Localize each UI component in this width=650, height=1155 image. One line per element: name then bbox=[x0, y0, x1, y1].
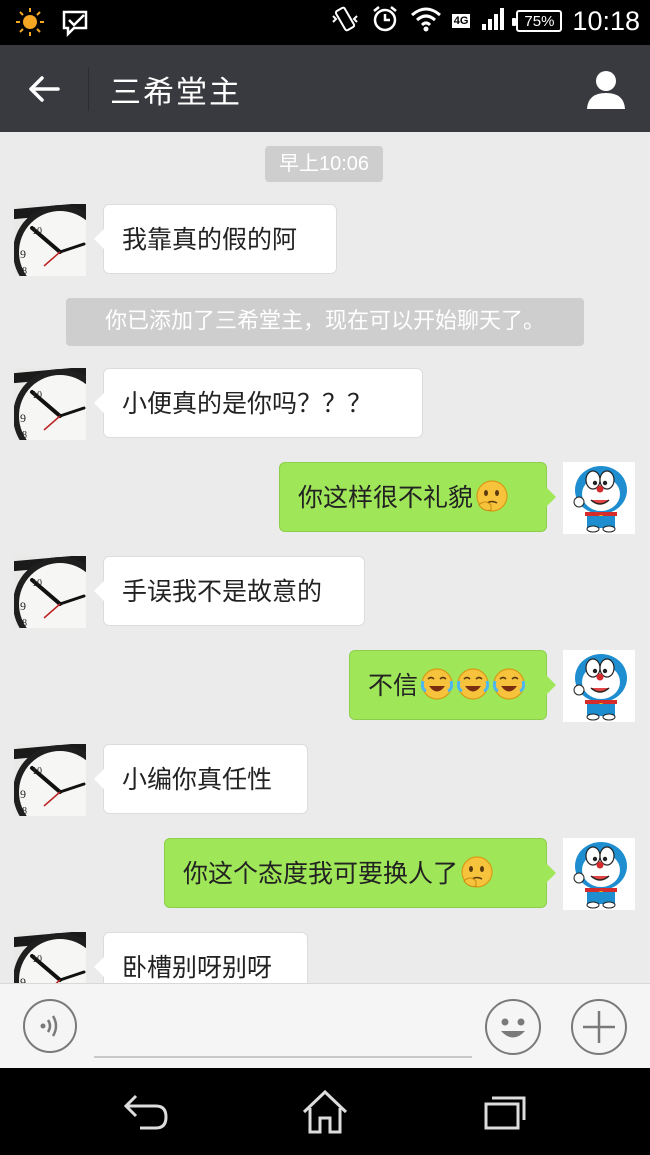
contact-avatar[interactable] bbox=[14, 932, 86, 983]
message-text: 你这个态度我可要换人了 bbox=[183, 859, 459, 888]
plus-icon bbox=[571, 999, 627, 1055]
thinking-emoji-icon bbox=[460, 855, 494, 889]
message-bubble-incoming[interactable]: 小编你真任性 bbox=[94, 744, 308, 814]
network-4g-icon: 4G bbox=[451, 14, 471, 28]
contact-avatar[interactable] bbox=[14, 204, 86, 276]
title-bar: 三希堂主 bbox=[0, 45, 650, 132]
message-bubble-incoming[interactable]: 我靠真的假的阿 bbox=[94, 204, 337, 274]
chat-title: 三希堂主 bbox=[110, 75, 242, 111]
nav-back-button[interactable] bbox=[120, 1090, 170, 1134]
message-bubble-incoming[interactable]: 卧槽别呀别呀 bbox=[94, 932, 308, 983]
message-text: 卧槽别呀别呀 bbox=[122, 953, 273, 982]
status-time: 10:18 bbox=[572, 5, 640, 36]
message-text: 你这样很不礼貌 bbox=[298, 483, 474, 512]
nav-back-icon bbox=[123, 1094, 168, 1130]
message-text: 小便真的是你吗？？？ bbox=[122, 389, 373, 418]
voice-icon bbox=[23, 999, 77, 1053]
message-bubble-incoming[interactable]: 小便真的是你吗？？？ bbox=[94, 368, 423, 438]
message-text: 小编你真任性 bbox=[122, 765, 273, 794]
message-bubble-outgoing[interactable]: 不信 bbox=[349, 650, 556, 720]
nav-home-button[interactable] bbox=[300, 1088, 350, 1136]
emoji-icon bbox=[485, 999, 541, 1055]
contact-avatar[interactable] bbox=[14, 744, 86, 816]
crying-laughing-emoji-icon bbox=[456, 667, 490, 701]
message-input[interactable] bbox=[94, 1002, 472, 1058]
wifi-icon bbox=[410, 5, 442, 37]
message-bubble-outgoing[interactable]: 你这样很不礼貌 bbox=[279, 462, 556, 532]
my-avatar[interactable] bbox=[563, 650, 635, 722]
profile-icon bbox=[587, 71, 625, 109]
crying-laughing-emoji-icon bbox=[492, 667, 526, 701]
input-bar bbox=[0, 983, 650, 1069]
message-notification-icon bbox=[60, 6, 92, 42]
my-avatar[interactable] bbox=[563, 838, 635, 910]
battery-icon: 75% bbox=[512, 10, 563, 32]
message-bubble-incoming[interactable]: 手误我不是故意的 bbox=[94, 556, 365, 626]
message-bubble-outgoing[interactable]: 你这个态度我可要换人了 bbox=[164, 838, 556, 908]
my-avatar[interactable] bbox=[563, 462, 635, 534]
vibrate-icon bbox=[330, 4, 360, 38]
back-arrow-icon bbox=[29, 76, 60, 102]
message-timestamp: 早上10:06 bbox=[265, 146, 383, 182]
signal-icon bbox=[480, 6, 506, 36]
more-options-button[interactable] bbox=[570, 998, 628, 1056]
emoji-button[interactable] bbox=[484, 998, 542, 1056]
voice-button[interactable] bbox=[22, 998, 78, 1054]
alarm-icon bbox=[370, 4, 400, 38]
back-button[interactable] bbox=[22, 67, 66, 111]
weather-sun-icon bbox=[14, 6, 46, 42]
nav-recent-icon bbox=[484, 1096, 526, 1130]
message-text: 不信 bbox=[368, 671, 419, 700]
crying-laughing-emoji-icon bbox=[420, 667, 454, 701]
thinking-emoji-icon bbox=[475, 479, 509, 513]
status-bar: 4G 75% 10:18 bbox=[0, 0, 650, 45]
contact-avatar[interactable] bbox=[14, 556, 86, 628]
system-nav-bar bbox=[0, 1068, 650, 1155]
title-divider bbox=[88, 67, 89, 111]
profile-button[interactable] bbox=[584, 67, 628, 111]
message-text: 手误我不是故意的 bbox=[122, 577, 323, 606]
system-message: 你已添加了三希堂主，现在可以开始聊天了。 bbox=[66, 298, 584, 346]
contact-avatar[interactable] bbox=[14, 368, 86, 440]
nav-home-icon bbox=[302, 1089, 348, 1134]
message-text: 我靠真的假的阿 bbox=[122, 225, 298, 254]
nav-recent-button[interactable] bbox=[482, 1092, 528, 1132]
chat-area[interactable]: 早上10:06 我靠真的假的阿 你已添加了三希堂主，现在可以开始聊天了。 小便真… bbox=[0, 132, 650, 983]
